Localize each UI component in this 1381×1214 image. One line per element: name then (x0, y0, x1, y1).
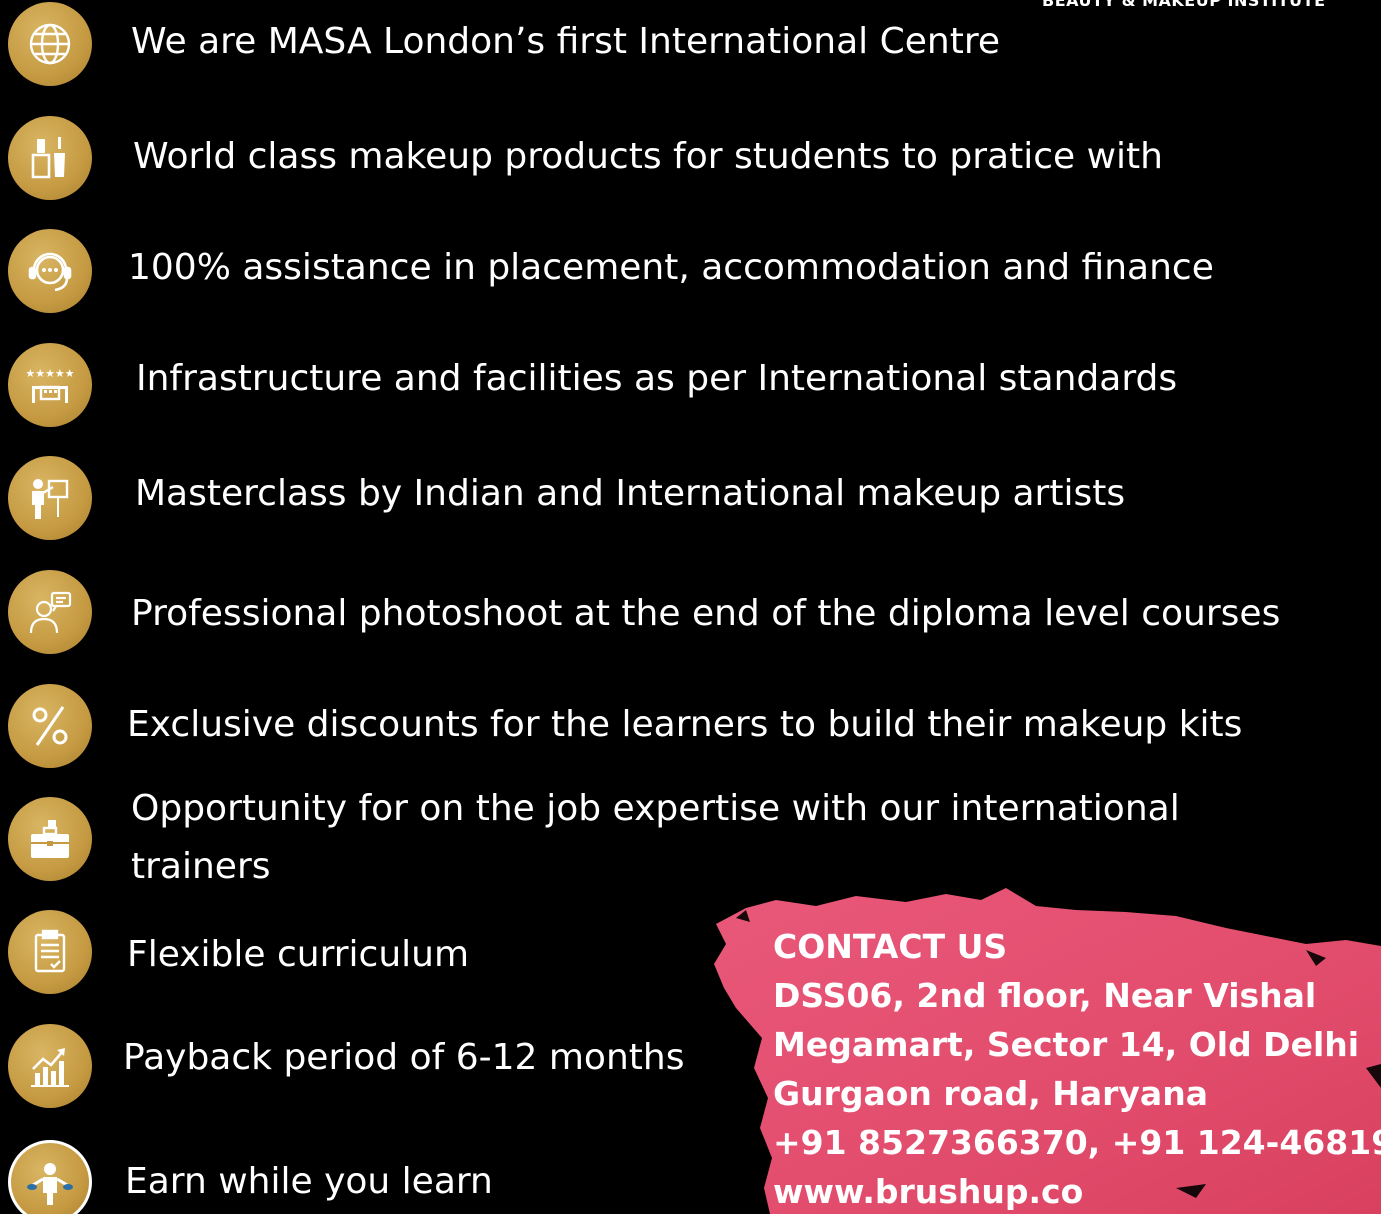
contact-address-line: Megamart, Sector 14, Old Delhi (773, 1025, 1360, 1064)
growth-chart-icon (8, 1024, 92, 1108)
contact-address-line: Gurgaon road, Haryana (773, 1074, 1208, 1113)
clipboard-icon (8, 910, 92, 994)
contact-address-line: DSS06, 2nd floor, Near Vishal (773, 976, 1317, 1015)
contact-block: CONTACT US DSS06, 2nd floor, Near Vishal… (773, 922, 1381, 1214)
feature-label: 100% assistance in placement, accommodat… (128, 247, 1214, 288)
feature-label: Flexible curriculum (127, 934, 470, 975)
brand-header: BEAUTY & MAKEUP INSTITUTE (1042, 0, 1326, 10)
headset-support-icon (8, 229, 92, 313)
photographer-icon (8, 570, 92, 654)
feature-label: Payback period of 6-12 months (123, 1037, 685, 1078)
nail-polish-icon (8, 116, 92, 200)
feature-label: Opportunity for on the job expertise wit… (131, 788, 1180, 887)
feature-label: Professional photoshoot at the end of th… (131, 593, 1281, 634)
earner-icon (8, 1140, 92, 1214)
contact-website-link[interactable]: www.brushup.co (773, 1167, 1381, 1214)
percent-icon (8, 684, 92, 768)
briefcase-icon (8, 797, 92, 881)
five-star-building-icon: ★★★★★ (8, 343, 92, 427)
feature-label: Infrastructure and facilities as per Int… (136, 358, 1178, 399)
feature-label: Earn while you learn (125, 1161, 493, 1202)
contact-heading: CONTACT US (773, 927, 1008, 966)
svg-text:★★★★★: ★★★★★ (25, 367, 74, 380)
contact-phones[interactable]: +91 8527366370, +91 124-4681944 (773, 1118, 1381, 1167)
feature-label: We are MASA London’s first International… (131, 21, 1000, 62)
presenter-icon (8, 456, 92, 540)
feature-label: Exclusive discounts for the learners to … (127, 704, 1243, 745)
feature-label: Masterclass by Indian and International … (135, 473, 1126, 514)
globe-icon (8, 2, 92, 86)
feature-label: World class makeup products for students… (133, 136, 1163, 177)
